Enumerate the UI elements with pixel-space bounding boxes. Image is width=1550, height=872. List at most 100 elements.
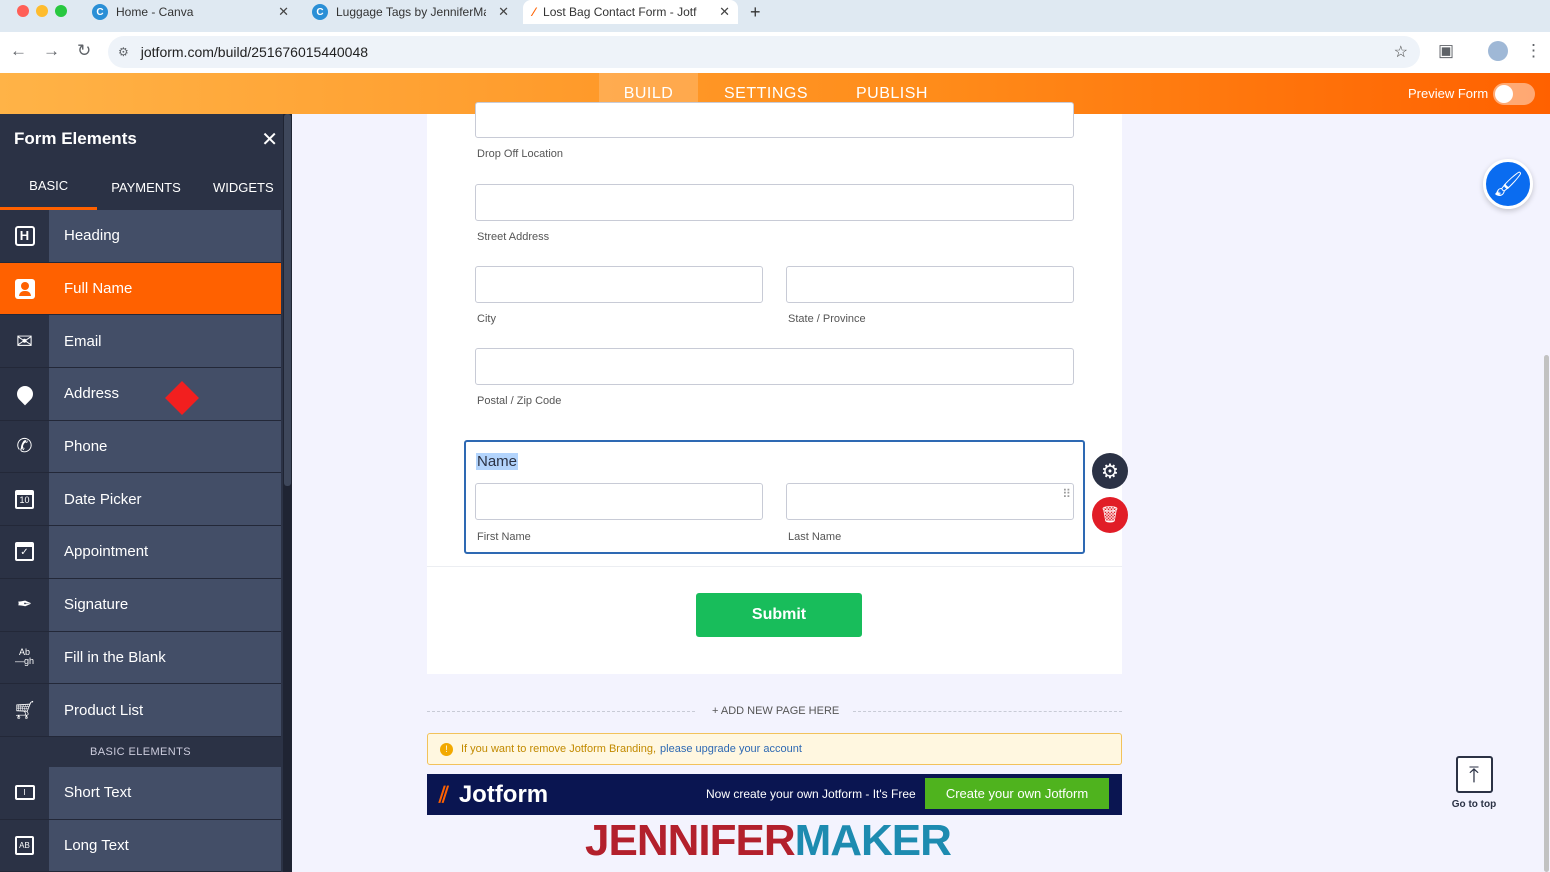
street-address-label: Street Address: [477, 231, 550, 243]
jennifermaker-watermark: JENNIFERMAKER: [585, 816, 952, 866]
close-window-button[interactable]: [17, 5, 29, 17]
state-input[interactable]: [786, 266, 1074, 303]
last-name-input[interactable]: ⠿: [786, 483, 1074, 520]
city-input[interactable]: [475, 266, 763, 303]
element-label: Phone: [64, 438, 108, 456]
element-appointment[interactable]: ✓ Appointment: [0, 526, 281, 579]
name-field-heading[interactable]: Name: [476, 453, 519, 470]
arrow-up-icon: ⤒: [1455, 756, 1493, 793]
close-tab-icon[interactable]: ✕: [498, 4, 509, 20]
create-jotform-button[interactable]: Create your own Jotform: [925, 778, 1109, 809]
element-label: Appointment: [64, 543, 149, 561]
panel-header: Form Elements ✕: [0, 114, 292, 164]
watermark-part1: JENNIFER: [585, 816, 796, 865]
close-tab-icon[interactable]: ✕: [278, 4, 289, 20]
preview-form-toggle[interactable]: [1493, 83, 1535, 105]
profile-avatar[interactable]: [1488, 41, 1508, 61]
drag-handle-icon[interactable]: ⠿: [1062, 488, 1071, 500]
minimize-window-button[interactable]: [36, 5, 48, 17]
add-new-page-button[interactable]: + ADD NEW PAGE HERE: [712, 705, 839, 717]
url-text: jotform.com/build/251676015440048: [140, 44, 369, 60]
zip-code-label: Postal / Zip Code: [477, 395, 562, 407]
new-tab-button[interactable]: +: [750, 2, 761, 23]
element-full-name[interactable]: Full Name: [0, 262, 281, 415]
zip-code-input[interactable]: [475, 348, 1074, 385]
element-fill-in-the-blank[interactable]: Ab —gh Fill in the Blank: [0, 631, 281, 685]
bookmark-star-icon[interactable]: ☆: [1394, 42, 1408, 62]
form-elements-panel: Form Elements ✕ BASIC PAYMENTS WIDGETS H…: [0, 114, 292, 872]
tab-search-icon[interactable]: ▣: [1438, 41, 1454, 61]
city-label: City: [477, 313, 496, 325]
field-settings-gear-icon[interactable]: ⚙: [1092, 453, 1128, 489]
element-address[interactable]: Address: [0, 368, 281, 421]
tab-widgets[interactable]: WIDGETS: [195, 164, 292, 210]
upgrade-account-link[interactable]: please upgrade your account: [660, 743, 802, 755]
element-label: Address: [64, 385, 120, 403]
url-field[interactable]: ⚙ jotform.com/build/251676015440048 ☆: [108, 36, 1420, 68]
browser-tab-canva-home[interactable]: C Home - Canva ✕: [82, 0, 297, 24]
tab-title: Luggage Tags by JenniferMal: [336, 5, 486, 19]
element-date-picker[interactable]: 10 Date Picker: [0, 473, 281, 527]
tab-payments[interactable]: PAYMENTS: [97, 164, 194, 210]
canva-icon: C: [312, 4, 328, 20]
back-arrow-icon[interactable]: ←: [10, 41, 27, 61]
go-to-top-label: Go to top: [1451, 799, 1497, 810]
drop-off-location-label: Drop Off Location: [477, 148, 564, 160]
calendar-check-icon: ✓: [0, 526, 49, 578]
tab-basic[interactable]: BASIC: [0, 164, 98, 210]
close-tab-icon[interactable]: ✕: [719, 4, 730, 20]
maximize-window-button[interactable]: [55, 5, 67, 17]
browser-menu-icon[interactable]: ⋮: [1525, 41, 1542, 61]
element-long-text[interactable]: AB Long Text: [0, 819, 281, 872]
browser-tab-lost-bag-form[interactable]: ⁄ Lost Bag Contact Form - Jotf ✕: [523, 0, 738, 24]
element-label: Fill in the Blank: [64, 648, 166, 666]
first-name-input[interactable]: [475, 483, 763, 520]
watermark-part2: MAKER: [794, 816, 952, 865]
page-break-dash-left: [427, 711, 695, 712]
divider: [427, 566, 1122, 567]
element-label: Long Text: [64, 836, 129, 854]
form-canvas: Drop Off Location Street Address City St…: [292, 102, 1550, 872]
drop-off-location-input[interactable]: [475, 102, 1074, 138]
address-bar-row: ← → ↻ ⚙ jotform.com/build/25167601544004…: [0, 32, 1550, 73]
element-label: Signature: [64, 596, 129, 614]
panel-scrollbar-thumb[interactable]: [284, 114, 291, 486]
element-label: Date Picker: [64, 490, 142, 508]
site-settings-icon[interactable]: ⚙: [118, 45, 129, 59]
element-phone[interactable]: ✆ Phone: [0, 420, 281, 474]
element-signature[interactable]: ✒ Signature: [0, 578, 281, 632]
form-card: Drop Off Location Street Address City St…: [427, 102, 1122, 674]
form-designer-paint-icon[interactable]: 🖌︎: [1483, 159, 1533, 209]
forward-arrow-icon[interactable]: →: [43, 41, 60, 61]
street-address-input[interactable]: [475, 184, 1074, 221]
page-break-dash-right: [853, 711, 1122, 712]
panel-tabs: BASIC PAYMENTS WIDGETS: [0, 164, 292, 210]
panel-title: Form Elements: [14, 129, 137, 148]
delete-field-trash-icon[interactable]: 🗑︎: [1092, 497, 1128, 533]
element-short-text[interactable]: I Short Text: [0, 766, 281, 820]
heading-icon: H: [0, 210, 49, 262]
state-label: State / Province: [788, 313, 866, 325]
long-text-icon: AB: [0, 819, 49, 872]
element-label: Full Name: [64, 280, 133, 298]
tab-title: Lost Bag Contact Form - Jotf: [543, 5, 697, 19]
close-panel-icon[interactable]: ✕: [261, 127, 278, 152]
browser-tab-luggage-tags[interactable]: C Luggage Tags by JenniferMal ✕: [302, 0, 517, 24]
jotform-wordmark: Jotform: [458, 780, 549, 808]
name-field-selected[interactable]: Name First Name ⠿ Last Name: [464, 440, 1085, 554]
element-email[interactable]: ✉ Email: [0, 315, 281, 369]
submit-button[interactable]: Submit: [696, 593, 862, 637]
jotform-banner: ⫽ Jotform Now create your own Jotform - …: [427, 774, 1122, 815]
tab-title: Home - Canva: [116, 5, 194, 19]
go-to-top-button[interactable]: ⤒ Go to top: [1444, 756, 1504, 816]
reload-icon[interactable]: ↻: [77, 41, 91, 61]
page-scrollbar[interactable]: [1544, 355, 1549, 872]
canva-icon: C: [92, 4, 108, 20]
element-product-list[interactable]: 🛒︎ Product List: [0, 684, 281, 737]
short-text-icon: I: [0, 766, 49, 819]
jotform-logo-icon: ⫽: [439, 781, 449, 807]
first-name-label: First Name: [477, 531, 531, 543]
element-heading[interactable]: H Heading: [0, 210, 281, 263]
preview-form-label: Preview Form: [1408, 86, 1489, 101]
pen-icon: ✒: [0, 578, 49, 631]
